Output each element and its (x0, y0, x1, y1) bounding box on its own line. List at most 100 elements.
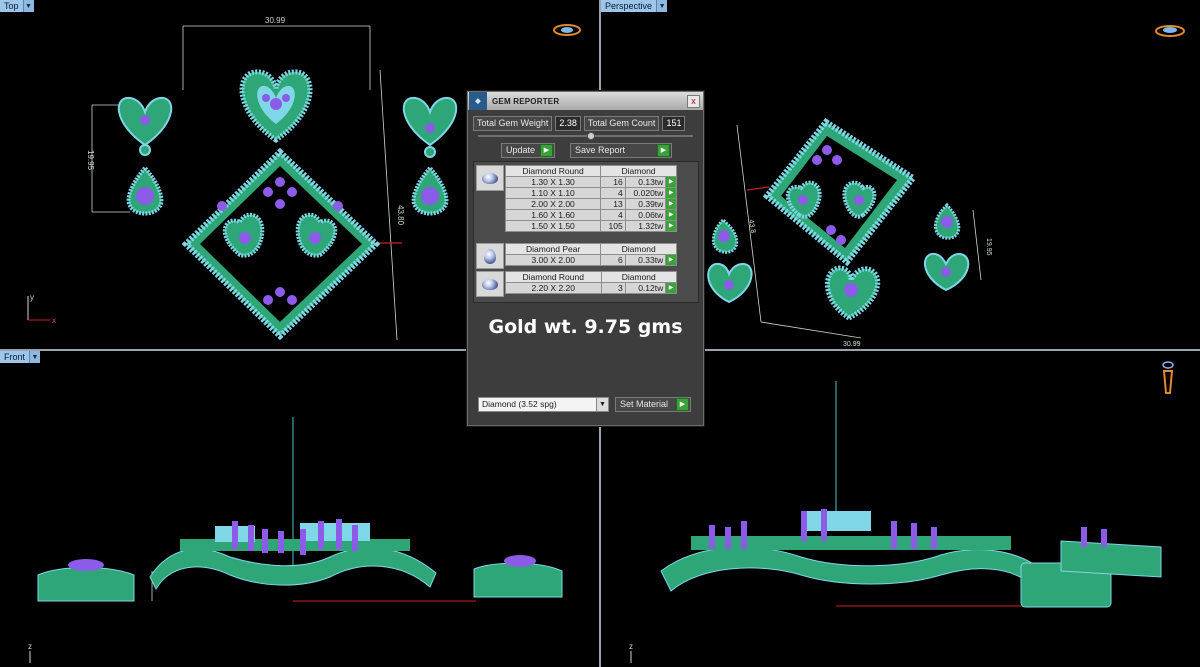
select-row-icon[interactable]: ▶ (665, 187, 677, 199)
front-left-earring (37, 559, 135, 602)
gem-weight: 0.12tw (624, 282, 667, 294)
gem-size: 2.00 X 2.00 (504, 198, 602, 210)
right-earring (402, 96, 458, 216)
gem-size: 1.60 X 1.60 (504, 209, 602, 221)
set-material-button-label: Set Material (620, 399, 669, 409)
perspective-view-cube-icon[interactable] (1153, 22, 1187, 45)
gem-weight: 0.33tw (624, 254, 667, 266)
persp-dim-c: 30.99 (843, 341, 861, 348)
pear-gem-icon[interactable] (476, 243, 504, 269)
gem-group-table: Diamond Round Diamond 2.20 X 2.20 3 0.12tw ▶ (505, 271, 678, 294)
gem-count: 4 (600, 209, 626, 221)
pendant-heart (239, 69, 313, 144)
gem-count: 13 (600, 198, 626, 210)
persp-pendant-diamond (762, 118, 918, 267)
gem-weight: 0.39tw (624, 198, 667, 210)
gem-shape: Diamond Pear (504, 243, 602, 255)
front-right-earring (473, 555, 563, 598)
update-button-label: Update (506, 145, 536, 155)
gem-count: 105 (600, 220, 626, 232)
total-gem-count-label: Total Gem Count (583, 116, 660, 131)
persp-right-earring (923, 202, 970, 292)
save-report-button-label: Save Report (575, 145, 626, 155)
chevron-down-icon[interactable]: ▼ (657, 0, 668, 12)
persp-dim-b: 19.95 (985, 238, 992, 256)
select-row-icon[interactable]: ▶ (665, 220, 677, 232)
gem-group-table: Diamond Round Diamond 1.30 X 1.30 16 0.13tw… (504, 165, 677, 232)
gem-reporter-panel: ◆ GEM REPORTER x Total Gem Weight 2.38 T… (467, 91, 704, 426)
slider-thumb[interactable] (587, 132, 595, 140)
axis-z-label: z (629, 642, 633, 651)
gem-size: 1.30 X 1.30 (504, 176, 602, 188)
gem-row: 2.20 X 2.20 3 0.12tw ▶ (505, 282, 677, 294)
gem-count: 6 (600, 254, 626, 266)
viewport-label-text: Perspective (601, 0, 658, 12)
persp-dim-a: 43.8 (747, 219, 756, 234)
gem-row: 2.00 X 2.00 13 0.39tw ▶ (504, 198, 677, 210)
save-report-button[interactable]: Save Report ▶ (570, 143, 672, 158)
panel-slider[interactable] (478, 132, 693, 140)
gem-size: 1.50 X 1.50 (504, 220, 602, 232)
select-row-icon[interactable]: ▶ (665, 209, 677, 221)
viewport-label-top[interactable]: Top ▼ (0, 0, 34, 12)
totals-row: Total Gem Weight 2.38 Total Gem Count 15… (473, 116, 686, 131)
gem-row: 1.30 X 1.30 16 0.13tw ▶ (504, 176, 677, 188)
viewport-label-perspective[interactable]: Perspective ▼ (601, 0, 668, 12)
panel-title-bar[interactable]: ◆ GEM REPORTER x (468, 92, 703, 110)
gem-size: 1.10 X 1.10 (504, 187, 602, 199)
gem-count: 16 (600, 176, 626, 188)
set-material-button[interactable]: Set Material ▶ (615, 397, 691, 412)
top-dim-height: 43.80 (396, 205, 405, 226)
gem-reporter-logo-icon: ◆ (469, 92, 487, 110)
select-row-icon[interactable]: ▶ (665, 254, 677, 266)
chevron-down-icon[interactable]: ▼ (30, 351, 41, 363)
gem-shape: Diamond Round (504, 165, 602, 177)
select-row-icon[interactable]: ▶ (665, 282, 677, 294)
gem-weight: 0.13tw (624, 176, 667, 188)
pendant-diamond (181, 147, 381, 341)
update-button[interactable]: Update ▶ (501, 143, 555, 158)
axis-x-label: x (52, 316, 56, 325)
gem-weight: 0.020tw (624, 187, 667, 199)
select-row-icon[interactable]: ▶ (665, 176, 677, 188)
play-arrow-icon: ▶ (657, 144, 670, 157)
axis-y-label: y (30, 293, 34, 302)
gem-row: 3.00 X 2.00 6 0.33tw ▶ (504, 254, 677, 266)
gem-material: Diamond (600, 271, 678, 283)
gem-size: 2.20 X 2.20 (505, 282, 602, 294)
gem-list: Diamond Round Diamond 1.30 X 1.30 16 0.13tw… (473, 161, 699, 303)
top-view-cube-icon[interactable] (552, 22, 582, 43)
persp-left-earring (707, 217, 753, 304)
left-earring (117, 96, 173, 216)
viewport-label-front[interactable]: Front ▼ (0, 351, 41, 363)
gold-weight-text: Gold wt. 9.75 gms (488, 316, 683, 338)
viewport-label-text: Top (0, 0, 24, 12)
top-dim-earring: 19.95 (86, 150, 95, 171)
persp-pendant-heart (824, 265, 881, 321)
gem-count: 3 (600, 282, 626, 294)
right-view-cube-icon[interactable] (1159, 359, 1177, 406)
axis-z-label: z (28, 642, 32, 651)
chevron-down-icon[interactable]: ▼ (23, 0, 34, 12)
material-select-value: Diamond (3.52 spg) (482, 399, 557, 409)
gem-shape: Diamond Round (505, 271, 602, 283)
top-dim-width: 30.99 (265, 16, 286, 25)
panel-title: GEM REPORTER (492, 96, 560, 106)
material-bar: Diamond (3.52 spg) ▼ Set Material ▶ (478, 397, 691, 412)
gem-row: 1.60 X 1.60 4 0.06tw ▶ (504, 209, 677, 221)
round-gem-icon[interactable] (476, 271, 504, 297)
select-row-icon[interactable]: ▶ (665, 198, 677, 210)
play-arrow-icon: ▶ (540, 144, 553, 157)
viewport-label-text: Front (0, 351, 31, 363)
gem-weight: 1.32tw (624, 220, 667, 232)
gem-material: Diamond (600, 243, 677, 255)
round-gem-icon[interactable] (476, 165, 504, 191)
chevron-down-icon[interactable]: ▼ (596, 398, 608, 411)
gem-weight: 0.06tw (624, 209, 667, 221)
total-gem-weight-value: 2.38 (555, 116, 581, 131)
total-gem-weight-label: Total Gem Weight (473, 116, 553, 131)
gem-material: Diamond (600, 165, 677, 177)
material-select[interactable]: Diamond (3.52 spg) ▼ (478, 397, 609, 412)
close-button[interactable]: x (687, 95, 700, 108)
total-gem-count-value: 151 (662, 116, 686, 131)
